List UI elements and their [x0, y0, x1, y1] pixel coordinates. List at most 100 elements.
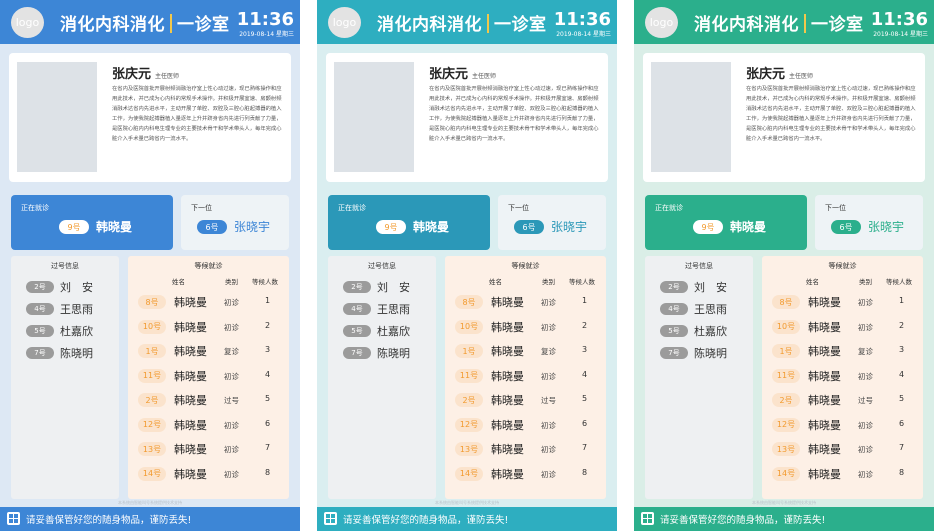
waiting-row: 10号 韩晓曼 初诊 2: [762, 319, 923, 335]
waiting-count: 3: [899, 345, 905, 354]
visit-type: 过号: [541, 396, 556, 405]
waiting-patient-name: 韩晓曼: [174, 418, 207, 432]
title-separator: [804, 14, 806, 33]
visit-type: 复诊: [541, 347, 556, 356]
waiting-number-badge: 1号: [772, 344, 800, 358]
title-separator: [170, 14, 172, 33]
visit-type: 初诊: [858, 322, 873, 332]
waiting-count: 4: [582, 369, 588, 379]
passed-patient-name: 王思雨: [694, 303, 727, 316]
passed-item: 5号 杜嘉欣: [26, 324, 93, 338]
waiting-number-badge: 14号: [772, 466, 800, 481]
main-area: 张庆元 主任医师 在省内及医院首批开展射频消融治疗室上性心动过速，现已熟练操作和应…: [0, 44, 300, 507]
waiting-patient-name: 韩晓曼: [174, 320, 207, 334]
next-patient-name: 张晓宇: [551, 220, 588, 234]
waiting-row: 8号 韩晓曼 初诊 1: [128, 294, 289, 310]
passed-patient-name: 刘 安: [60, 281, 93, 294]
waiting-count: 6: [265, 418, 271, 428]
waiting-number-badge: 13号: [455, 442, 483, 456]
waiting-count: 3: [582, 345, 588, 354]
doctor-bio: 在省内及医院首批开展射频消融治疗室上性心动过速，现已熟练操作和应用此技术，并已成…: [429, 86, 599, 142]
waiting-count: 3: [265, 345, 271, 354]
department-name: 消化内科消化: [60, 15, 165, 35]
waiting-patient-name: 韩晓曼: [808, 369, 841, 383]
waiting-number-badge: 14号: [455, 466, 483, 481]
doctor-title: 主任医师: [472, 73, 497, 80]
waiting-number-badge: 10号: [772, 319, 800, 334]
current-patient-name: 韩晓曼: [413, 220, 450, 234]
waiting-number-badge: 11号: [455, 368, 483, 383]
waiting-number-badge: 12号: [455, 417, 483, 432]
waiting-patient-name: 韩晓曼: [174, 467, 207, 481]
waiting-patient-name: 韩晓曼: [808, 418, 841, 432]
waiting-number-badge: 2号: [772, 393, 800, 407]
next-number-badge: 6号: [514, 220, 544, 234]
passed-panel: 过号信息 2号刘 安 4号 王思雨 5号 杜嘉欣 7号 陈晓明: [645, 256, 753, 499]
column-header-count: 等候人数: [886, 278, 912, 286]
waiting-patient-name: 韩晓曼: [491, 443, 524, 456]
notice-bar: 请妥善保管好您的随身物品，谨防丢失!: [0, 507, 300, 531]
waiting-patient-name: 韩晓曼: [808, 467, 841, 481]
waiting-row: 12号 韩晓曼 初诊 6: [128, 417, 289, 433]
column-header-count: 等候人数: [569, 278, 595, 286]
waiting-number-badge: 8号: [455, 295, 483, 309]
waiting-row: 10号 韩晓曼 初诊 2: [445, 319, 606, 335]
clinic-title: 消化内科消化 一诊室: [694, 10, 864, 35]
visit-type: 过号: [224, 396, 239, 405]
waiting-count: 7: [582, 443, 588, 452]
column-header-count: 等候人数: [252, 278, 278, 286]
waiting-number-badge: 2号: [138, 393, 166, 407]
next-patient-panel: 下一位 6号 张晓宇: [815, 195, 923, 250]
passed-number-badge: 4号: [26, 303, 54, 315]
date-label: 2019-08-14 星期三: [873, 31, 928, 38]
waiting-patient-name: 韩晓曼: [491, 467, 524, 481]
doctor-name-line: 张庆元 主任医师: [746, 63, 813, 82]
visit-type: 初诊: [541, 322, 556, 332]
waiting-number-badge: 1号: [138, 344, 166, 358]
passed-item: 4号 王思雨: [343, 302, 410, 316]
waiting-count: 8: [265, 467, 271, 477]
support-note: 本系统由智能叫号系统提供技术支持: [435, 500, 499, 505]
waiting-row: 14号 韩晓曼 初诊 8: [445, 466, 606, 482]
current-patient-name: 韩晓曼: [730, 220, 767, 234]
passed-number-badge: 5号: [26, 325, 54, 337]
current-label: 正在就诊: [655, 204, 683, 212]
clinic-title: 消化内科消化 一诊室: [377, 10, 547, 35]
notice-text: 请妥善保管好您的随身物品，谨防丢失!: [26, 515, 192, 526]
visit-type: 初诊: [224, 445, 239, 454]
doctor-photo: [17, 62, 97, 172]
current-patient-name: 韩晓曼: [96, 220, 133, 234]
waiting-title: 等候就诊: [194, 262, 223, 270]
waiting-row: 10号 韩晓曼 初诊 2: [128, 319, 289, 335]
visit-type: 初诊: [541, 469, 556, 479]
support-note: 本系统由智能叫号系统提供技术支持: [752, 500, 816, 505]
passed-title: 过号信息: [368, 262, 396, 270]
department-name: 消化内科消化: [694, 15, 799, 35]
passed-item: 5号 杜嘉欣: [343, 324, 410, 338]
grid-icon: [7, 512, 20, 525]
next-label: 下一位: [191, 204, 212, 212]
waiting-count: 4: [265, 369, 271, 379]
visit-type: 初诊: [858, 298, 873, 307]
column-header-name: 姓名: [806, 278, 819, 286]
waiting-patient-name: 韩晓曼: [491, 369, 524, 383]
next-patient-name: 张晓宇: [868, 220, 905, 234]
doctor-bio: 在省内及医院首批开展射频消融治疗室上性心动过速，现已熟练操作和应用此技术，并已成…: [746, 86, 916, 142]
visit-type: 初诊: [858, 371, 873, 381]
doctor-name: 张庆元: [746, 67, 786, 82]
passed-item: 7号 陈晓明: [343, 346, 410, 360]
grid-icon: [324, 512, 337, 525]
passed-item: 2号刘 安: [26, 280, 93, 294]
waiting-number-badge: 12号: [772, 417, 800, 432]
waiting-count: 2: [899, 320, 905, 330]
waiting-count: 2: [582, 320, 588, 330]
waiting-number-badge: 8号: [138, 295, 166, 309]
visit-type: 初诊: [858, 420, 873, 430]
waiting-number-badge: 13号: [138, 442, 166, 456]
passed-number-badge: 2号: [343, 281, 371, 293]
date-label: 2019-08-14 星期三: [239, 31, 294, 38]
waiting-row: 12号 韩晓曼 初诊 6: [445, 417, 606, 433]
clinic-title: 消化内科消化 一诊室: [60, 10, 230, 35]
main-area: 张庆元 主任医师 在省内及医院首批开展射频消融治疗室上性心动过速，现已熟练操作和应…: [317, 44, 617, 507]
visit-type: 初诊: [224, 371, 239, 381]
